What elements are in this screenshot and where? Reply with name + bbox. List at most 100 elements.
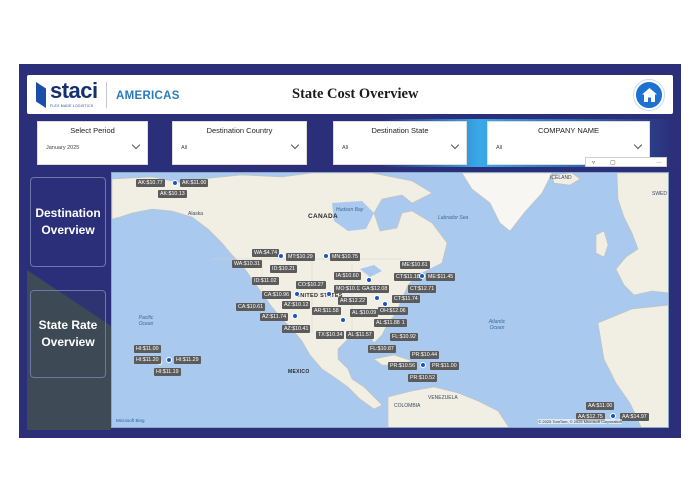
state-rate-overview-button[interactable]: State Rate Overview: [30, 290, 106, 378]
map-pin[interactable]: CO:$10.27: [296, 281, 326, 289]
map-pin[interactable]: AL:$10.09: [350, 309, 379, 317]
map-pin[interactable]: ME:$10.61: [400, 261, 430, 269]
map-pin[interactable]: PR:$11.00: [430, 362, 459, 370]
map-dot[interactable]: [366, 277, 372, 283]
destination-overview-button[interactable]: Destination Overview: [30, 177, 106, 267]
map-pin[interactable]: AZ:$11.74: [260, 313, 289, 321]
home-button[interactable]: [634, 80, 664, 110]
nav-label: Destination Overview: [35, 206, 101, 237]
logo-text: staci: [50, 78, 98, 103]
map-label-hudson-bay: Hudson Bay: [336, 207, 364, 213]
map-label-colombia: COLOMBIA: [394, 403, 421, 409]
map-dot[interactable]: [419, 273, 425, 279]
map-label-iceland: ICELAND: [550, 175, 572, 181]
more-options-icon[interactable]: …: [656, 159, 662, 165]
filter-label: Select Period: [70, 126, 115, 135]
map-pin[interactable]: FL:$10.92: [390, 333, 418, 341]
map-pin[interactable]: CT:$12.71: [408, 285, 437, 293]
chevron-down-icon: [290, 140, 300, 150]
map-dot[interactable]: [420, 362, 426, 368]
filter-icon[interactable]: ▿: [592, 159, 595, 166]
logo-mark-icon: [36, 82, 46, 108]
map-label-atlantic: Atlantic Ocean: [488, 319, 506, 331]
filter-label: Destination Country: [206, 126, 273, 135]
map-label-venezuela: VENEZUELA: [428, 395, 458, 401]
map-pin[interactable]: FL:$10.87: [368, 345, 396, 353]
filter-value: All: [496, 145, 503, 151]
nav-label: State Rate Overview: [38, 318, 98, 349]
map-pin[interactable]: CA:$10.96: [262, 291, 292, 299]
map-label-alaska: Alaska: [188, 211, 204, 217]
map-pin[interactable]: ID:$11.02: [252, 277, 279, 285]
destination-country-dropdown[interactable]: Destination Country All: [172, 121, 307, 165]
map-label-mexico: MEXICO: [288, 369, 310, 375]
map-pin[interactable]: AA:$14.97: [620, 413, 649, 421]
map-pin[interactable]: HI:$11.20: [134, 356, 161, 364]
map-dot[interactable]: [166, 357, 172, 363]
page-title: State Cost Overview: [292, 86, 419, 102]
map-dot[interactable]: [374, 295, 380, 301]
select-period-dropdown[interactable]: Select Period January 2025: [37, 121, 148, 165]
filter-label: COMPANY NAME: [538, 126, 599, 135]
map-label-sweden: SWED: [652, 191, 667, 197]
map-dot[interactable]: [172, 180, 178, 186]
map-pin[interactable]: HI:$11.00: [134, 345, 161, 353]
map-pin[interactable]: ME:$11.45: [426, 273, 456, 281]
map-dot[interactable]: [326, 291, 332, 297]
map-copyright: © 2025 TomTom, © 2025 Microsoft Corporat…: [538, 419, 622, 424]
map-pin[interactable]: CT:$11.18: [394, 273, 422, 281]
chevron-down-icon: [450, 140, 460, 150]
map-label-canada: CANADA: [308, 213, 338, 220]
staci-logo: staci FLEX MADE LOGISTICS: [36, 78, 98, 112]
map-pin[interactable]: WA:$4.74: [252, 249, 280, 257]
map-pin[interactable]: PR:$10.52: [408, 374, 438, 382]
header-divider: [106, 82, 107, 108]
map-dot[interactable]: [340, 317, 346, 323]
map-pin[interactable]: WA:$10.31: [232, 260, 263, 268]
map-pin[interactable]: PR:$10.44: [410, 351, 440, 359]
map-pin[interactable]: MT:$10.29: [286, 253, 315, 261]
map-pin[interactable]: CT:$11.74: [392, 295, 420, 303]
map-dot[interactable]: [294, 291, 300, 297]
map-pin[interactable]: HI:$11.29: [174, 356, 201, 364]
map-visual[interactable]: CANADA UNITED STATES MEXICO VENEZUELA CO…: [111, 172, 669, 428]
destination-state-dropdown[interactable]: Destination State All: [333, 121, 467, 165]
map-pin[interactable]: AA:$11.00: [586, 402, 615, 410]
map-pin[interactable]: AR:$12.22: [338, 297, 368, 305]
bing-logo: Microsoft Bing: [116, 418, 145, 423]
map-pin[interactable]: HI:$11.19: [154, 368, 181, 376]
map-pin[interactable]: CA:$10.61: [236, 303, 266, 311]
focus-mode-icon[interactable]: ▢: [610, 159, 616, 166]
filter-value: January 2025: [46, 145, 80, 151]
map-pin[interactable]: AK:$10.77: [136, 179, 165, 187]
map-label-pacific: Pacific Ocean: [138, 315, 154, 327]
map-pin[interactable]: AR:$11.58: [312, 307, 341, 315]
chevron-down-icon: [131, 140, 141, 150]
map-pin[interactable]: ID:$10.21: [270, 265, 297, 273]
map-pin[interactable]: PR:$10.56: [388, 362, 418, 370]
map-dot[interactable]: [278, 253, 284, 259]
map-pin[interactable]: MN:$10.75: [330, 253, 360, 261]
chevron-down-icon: [633, 140, 643, 150]
map-pin[interactable]: AK:$10.13: [158, 190, 187, 198]
map-pin[interactable]: AL:$11.88: [374, 319, 402, 327]
map-pin[interactable]: GA:$12.08: [360, 285, 390, 293]
filter-label: Destination State: [371, 126, 429, 135]
map-pin[interactable]: AK:$11.00: [180, 179, 209, 187]
map-pin[interactable]: AZ:$10.41: [282, 325, 311, 333]
map-pin[interactable]: OH:$12.06: [378, 307, 408, 315]
map-pin[interactable]: AL:$11.57: [346, 331, 374, 339]
map-dot[interactable]: [292, 313, 298, 319]
filter-value: All: [342, 145, 349, 151]
map-pin[interactable]: AZ:$10.12: [282, 301, 311, 309]
region-label: AMERICAS: [116, 90, 180, 102]
map-pin[interactable]: TX:$10.34: [316, 331, 345, 339]
map-toolbar: ▿ ▢ …: [585, 157, 667, 167]
map-dot[interactable]: [323, 253, 329, 259]
map-label-usa: UNITED STATES: [296, 293, 343, 299]
map-label-labrador-sea: Labrador Sea: [438, 215, 469, 221]
home-icon: [642, 88, 657, 102]
logo-tagline: FLEX MADE LOGISTICS: [50, 104, 94, 108]
map-pin[interactable]: IA:$10.60: [334, 272, 361, 280]
filter-value: All: [181, 145, 188, 151]
